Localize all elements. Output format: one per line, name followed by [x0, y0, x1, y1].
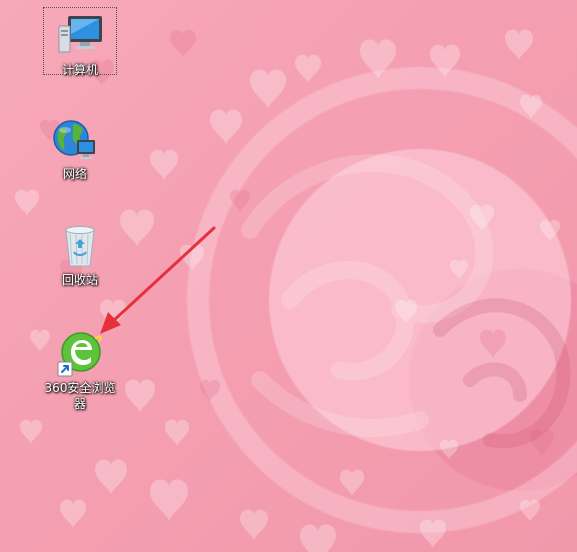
computer-icon: [58, 16, 102, 53]
desktop-icon-recycle-bin[interactable]: 回收站: [43, 218, 117, 288]
desktop-icon-label: 回收站: [61, 273, 98, 287]
recycle-bin-icon: [65, 226, 95, 267]
desktop[interactable]: 计算机 网络 回收站 360安全浏览器: [0, 0, 577, 552]
desktop-icon-label: 网络: [62, 167, 87, 181]
desktop-icon-label: 计算机: [61, 63, 98, 77]
360-browser-icon: [57, 332, 103, 377]
desktop-icon-label: 360安全浏览器: [44, 381, 116, 411]
network-globe-icon: [53, 120, 95, 159]
desktop-icon-network[interactable]: 网络: [38, 112, 112, 182]
desktop-icon-computer[interactable]: 计算机: [43, 7, 117, 77]
desktop-icon-360-browser[interactable]: 360安全浏览器: [42, 326, 118, 412]
